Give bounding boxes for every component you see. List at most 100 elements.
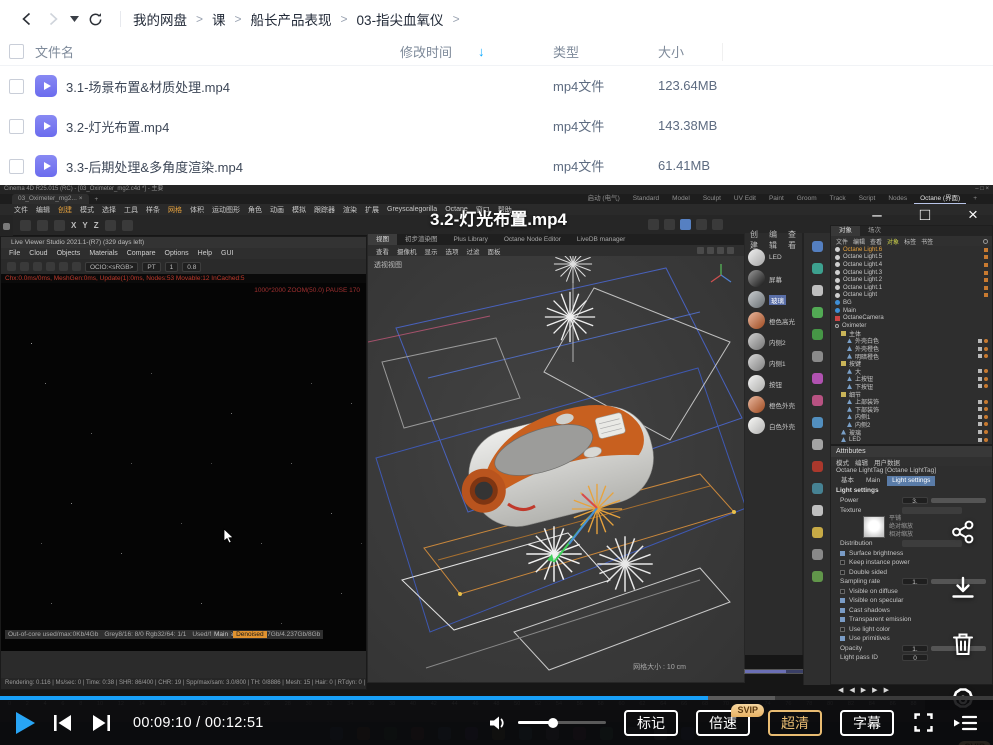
attributes-tab: Main xyxy=(861,476,885,486)
nav-divider xyxy=(120,11,121,27)
c4d-menu-item: 运动图形 xyxy=(212,205,240,215)
pass-tab-denoised: Denoised xyxy=(233,631,266,638)
object-icon xyxy=(847,399,852,404)
material-menu-item: 编辑 xyxy=(769,229,783,251)
texture-dropdown xyxy=(902,507,962,514)
material-label: 内侧2 xyxy=(769,337,786,347)
forward-icon[interactable] xyxy=(40,6,66,32)
palette-icon xyxy=(812,417,823,428)
live-viewer-menu: FileCloudObjectsMaterialsCompareOptionsH… xyxy=(1,248,366,259)
material-swatch xyxy=(748,375,765,392)
file-row[interactable]: 3.3-后期处理&多角度渲染.mp4 mp4文件 61.41MB xyxy=(0,146,993,186)
file-checkbox[interactable] xyxy=(9,159,24,174)
volume-knob[interactable] xyxy=(548,718,558,728)
fullscreen-button[interactable] xyxy=(914,713,933,732)
material-swatch xyxy=(748,312,765,329)
file-size: 123.64MB xyxy=(658,78,717,93)
c4d-menu-item: 创建 xyxy=(58,205,72,215)
file-row[interactable]: 3.1-场景布置&材质处理.mp4 mp4文件 123.64MB xyxy=(0,66,993,106)
dock-icon xyxy=(3,223,10,230)
object-icon xyxy=(847,369,852,374)
live-viewer-menu-item: Materials xyxy=(89,250,117,257)
object-tags xyxy=(984,286,992,290)
kernel-dropdown: PT xyxy=(142,262,160,272)
checkbox-icon xyxy=(840,627,845,632)
palette-icon xyxy=(812,505,823,516)
close-button[interactable]: × xyxy=(961,203,985,227)
refresh-icon[interactable] xyxy=(82,6,108,32)
object-icon xyxy=(835,247,840,252)
breadcrumb-item[interactable]: 03-指尖血氧仪> xyxy=(357,9,469,29)
column-size[interactable]: 大小 xyxy=(658,45,684,60)
viewport-tab: 视图 xyxy=(368,234,397,245)
object-icon xyxy=(835,300,840,305)
viewport-tab: 初步渲染图 xyxy=(397,234,446,245)
quality-button[interactable]: 超清 xyxy=(768,710,822,736)
live-viewer-warning: Chx:0.0ms/0ms, MeshGen:0ms, Update(1):0m… xyxy=(1,274,366,283)
c4d-doc-tab: 03_Oximeter_mg2... × xyxy=(12,194,89,204)
volume-slider[interactable] xyxy=(518,721,606,724)
history-dropdown-icon[interactable] xyxy=(66,6,82,32)
object-icon xyxy=(841,331,846,336)
c4d-viewport: 视图初步渲染图Plus LibraryOctane Node EditorLiv… xyxy=(367,233,745,683)
video-player-window[interactable]: Cinema 4D R25.015 (RC) - [03_Oximeter_mg… xyxy=(0,185,993,745)
object-icon xyxy=(847,422,852,427)
viewport-menu-item: 选项 xyxy=(446,246,459,256)
mark-button[interactable]: 标记 xyxy=(624,710,678,736)
column-name[interactable]: 文件名 xyxy=(35,42,74,61)
setting-label: Keep instance power xyxy=(849,559,910,566)
viewport-3d-scene xyxy=(368,256,744,682)
checkbox-icon xyxy=(840,608,845,613)
speed-button[interactable]: 倍速 SVIP xyxy=(696,710,750,736)
object-tags xyxy=(984,263,992,267)
subtitle-button[interactable]: 字幕 xyxy=(840,710,894,736)
object-tags xyxy=(984,293,992,297)
maximize-button[interactable]: □ xyxy=(913,203,937,227)
live-viewer-menu-item: Cloud xyxy=(29,250,47,257)
minimize-button[interactable]: – xyxy=(865,203,889,227)
live-viewer-menu-item: Help xyxy=(198,250,212,257)
delete-button[interactable] xyxy=(946,627,980,661)
render-zoom-info: 1000*2000 ZOOM(50.0) PAUSE 170 xyxy=(254,287,360,294)
sampling-rate-label: Sampling rate xyxy=(840,578,902,585)
attributes-title: Attributes xyxy=(831,446,992,457)
object-row: Octane Light.1 xyxy=(831,284,992,292)
material-label: LED xyxy=(769,254,782,261)
column-time[interactable]: 修改时间 xyxy=(400,42,452,61)
breadcrumb-item[interactable]: 船长产品表现> xyxy=(251,9,357,29)
file-list-header: 文件名 修改时间 ↓ 类型 大小 xyxy=(0,38,993,66)
previous-video-button[interactable] xyxy=(53,714,73,732)
file-checkbox[interactable] xyxy=(9,79,24,94)
breadcrumb-item[interactable]: 我的网盘> xyxy=(133,9,212,29)
object-icon xyxy=(835,308,840,313)
object-tags xyxy=(984,278,992,282)
select-all-checkbox[interactable] xyxy=(9,44,24,59)
breadcrumb-item[interactable]: 课> xyxy=(212,9,251,29)
material-label: 内侧1 xyxy=(769,358,786,368)
ocio-dropdown: OCIO:<sRGB> xyxy=(85,262,138,272)
texture-option: 平铺 xyxy=(889,515,913,523)
next-video-button[interactable] xyxy=(91,714,111,732)
back-icon[interactable] xyxy=(14,6,40,32)
palette-icon xyxy=(812,351,823,362)
file-row[interactable]: 3.2-灯光布置.mp4 mp4文件 143.38MB xyxy=(0,106,993,146)
timeline-mini-progress xyxy=(744,669,804,674)
object-manager-tab: 场次 xyxy=(860,226,889,236)
object-icon xyxy=(835,270,840,275)
play-button[interactable] xyxy=(16,712,35,734)
c4d-menu-item: 工具 xyxy=(124,205,138,215)
attributes-menu-item: 模式 xyxy=(836,457,849,467)
file-checkbox[interactable] xyxy=(9,119,24,134)
volume-icon[interactable] xyxy=(488,714,508,732)
c4d-titlebar: Cinema 4D R25.015 (RC) - [03_Oximeter_mg… xyxy=(0,185,993,194)
share-button[interactable] xyxy=(946,515,980,549)
playlist-toggle-button[interactable] xyxy=(953,714,977,732)
setting-label: Surface brightness xyxy=(849,550,903,557)
material-manager-menu: 创建编辑查看 xyxy=(745,233,802,247)
attributes-tab: Light settings xyxy=(887,476,935,486)
c4d-layout-tab: 启动 (电气) xyxy=(582,194,626,204)
column-type[interactable]: 类型 xyxy=(553,45,579,60)
object-manager-menu-item: 编辑 xyxy=(853,237,865,246)
download-button[interactable] xyxy=(946,571,980,605)
sort-desc-icon[interactable]: ↓ xyxy=(478,44,485,59)
